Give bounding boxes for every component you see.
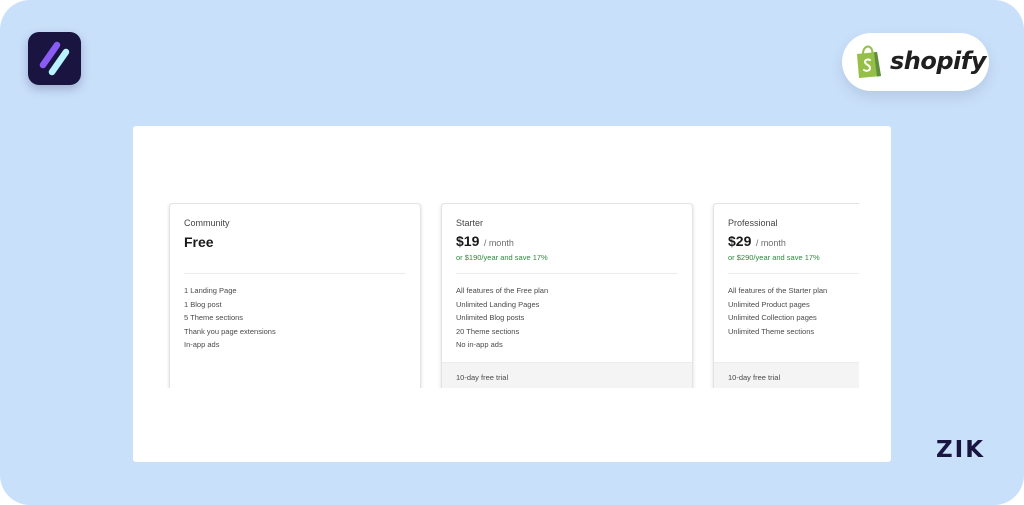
yearly-price-note: or $190/year and save 17% — [456, 253, 548, 262]
shopify-bag-icon — [857, 45, 881, 78]
price-row: $19 / month — [456, 233, 514, 251]
feature-list: All features of the Starter plan Unlimit… — [728, 284, 827, 338]
slash-stripes-icon — [28, 32, 81, 85]
shopify-logo-badge: shopify — [842, 33, 989, 91]
feature-list: All features of the Free plan Unlimited … — [456, 284, 548, 352]
price-unit: / month — [755, 238, 786, 248]
feature-item: All features of the Starter plan — [728, 286, 828, 295]
feature-item: Unlimited Theme sections — [728, 326, 815, 336]
background-frame: shopify Community Free 1 Landing Page 1 … — [0, 0, 1024, 505]
yearly-price-note: or $290/year and save 17% — [728, 253, 820, 262]
divider — [184, 273, 406, 274]
shopify-wordmark: shopify — [890, 47, 986, 75]
feature-item: Thank you page extensions — [184, 326, 276, 336]
plan-price: Free — [184, 234, 214, 250]
feature-item: No in-app ads — [456, 340, 503, 349]
feature-item: Unlimited Collection pages — [728, 313, 817, 322]
feature-item: 5 Theme sections — [184, 313, 244, 322]
feature-item: Unlimited Blog posts — [456, 313, 525, 322]
plan-price: $29 — [728, 233, 752, 249]
feature-item: All features of the Free plan — [456, 286, 549, 295]
plan-name: Starter — [456, 218, 484, 228]
trial-bar: 10-day free trial — [714, 362, 859, 388]
feature-item: 1 Blog post — [184, 299, 222, 309]
divider — [456, 273, 678, 274]
trial-bar: 10-day free trial — [442, 362, 692, 388]
pricing-cards: Community Free 1 Landing Page 1 Blog pos… — [167, 203, 859, 388]
plan-name: Professional — [728, 218, 778, 228]
trial-label: 10-day free trial — [456, 373, 509, 382]
pricing-panel: Community Free 1 Landing Page 1 Blog pos… — [133, 126, 891, 462]
plan-name: Community — [184, 218, 230, 228]
plan-card-community[interactable]: Community Free 1 Landing Page 1 Blog pos… — [169, 203, 421, 388]
feature-item: 1 Landing Page — [184, 286, 237, 295]
trial-label: 10-day free trial — [728, 373, 781, 382]
feature-list: 1 Landing Page 1 Blog post 5 Theme secti… — [184, 284, 276, 352]
zik-watermark: ZIK — [936, 437, 986, 463]
feature-item: Unlimited Product pages — [728, 299, 810, 309]
plan-card-professional[interactable]: Professional $29 / month or $290/year an… — [713, 203, 859, 388]
price-unit: / month — [483, 238, 514, 248]
plan-price: $19 — [456, 233, 480, 249]
divider — [728, 273, 859, 274]
feature-item: Unlimited Landing Pages — [456, 299, 540, 309]
price-row: $29 / month — [728, 233, 786, 251]
feature-item: 20 Theme sections — [456, 326, 520, 336]
plan-card-starter[interactable]: Starter $19 / month or $190/year and sav… — [441, 203, 693, 388]
feature-item: In-app ads — [184, 340, 220, 349]
